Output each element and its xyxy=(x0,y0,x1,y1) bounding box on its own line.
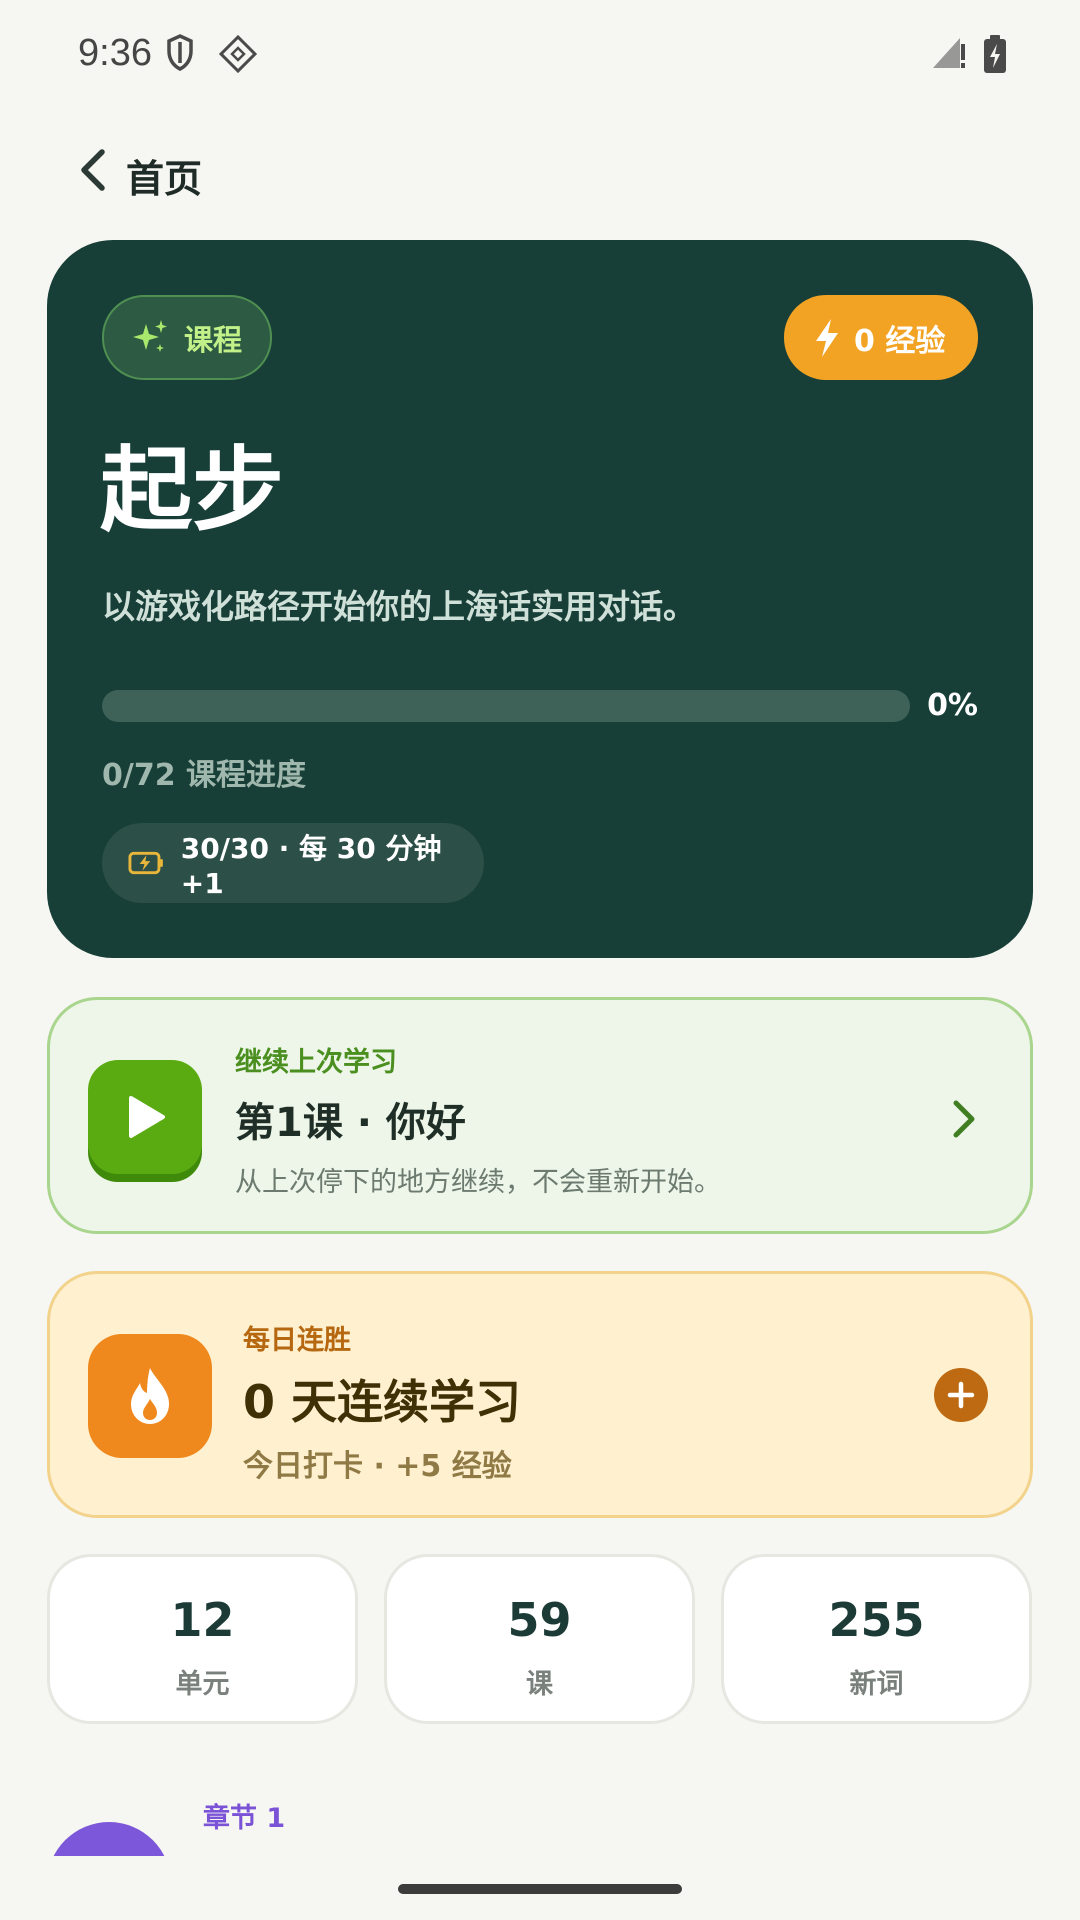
status-bar: 9:36 xyxy=(0,0,1080,110)
chevron-right-icon xyxy=(953,1100,975,1138)
xp-badge[interactable]: 0 经验 xyxy=(784,295,978,380)
streak-kicker: 每日连胜 xyxy=(243,1325,351,1356)
cast-icon xyxy=(218,34,258,74)
plus-icon xyxy=(947,1381,975,1409)
course-hero-card: 课程 0 经验 起步 以游戏化路径开始你的上海话实用对话。 0% 0/72 课程… xyxy=(47,240,1033,958)
streak-title: 0 天连续学习 xyxy=(243,1375,522,1429)
continue-lesson-card[interactable]: 继续上次学习 第1课 · 你好 从上次停下的地方继续，不会重新开始。 xyxy=(47,997,1033,1234)
energy-chip: 30/30 · 每 30 分钟 +1 xyxy=(102,823,484,903)
battery-bolt-icon xyxy=(128,851,163,875)
flame-badge xyxy=(88,1334,212,1458)
stat-card-new-words: 255 新词 xyxy=(721,1554,1032,1724)
battery-charging-icon xyxy=(984,35,1006,73)
stat-card-units: 12 单元 xyxy=(47,1554,358,1724)
continue-lesson-title: 第1课 · 你好 xyxy=(235,1100,466,1146)
stat-card-lessons: 59 课 xyxy=(384,1554,695,1724)
signal-icon xyxy=(933,38,965,68)
course-progress-bar xyxy=(102,690,910,722)
stat-label: 新词 xyxy=(849,1669,904,1700)
stat-value: 59 xyxy=(507,1593,572,1647)
play-icon xyxy=(129,1096,165,1138)
back-button[interactable] xyxy=(70,140,122,200)
xp-badge-label: 0 经验 xyxy=(854,323,946,359)
course-progress-caption: 0/72 课程进度 xyxy=(102,758,307,793)
stat-label: 课 xyxy=(526,1669,553,1700)
continue-description: 从上次停下的地方继续，不会重新开始。 xyxy=(235,1167,721,1198)
streak-description: 今日打卡 · +5 经验 xyxy=(243,1449,512,1484)
stat-value: 12 xyxy=(170,1593,235,1647)
energy-label: 30/30 · 每 30 分钟 +1 xyxy=(180,831,442,900)
course-badge: 课程 xyxy=(102,295,272,380)
course-badge-label: 课程 xyxy=(184,322,243,357)
check-in-button[interactable] xyxy=(934,1368,988,1422)
lightning-icon xyxy=(816,318,838,357)
shield-icon xyxy=(167,34,193,71)
course-title: 起步 xyxy=(100,437,285,544)
stat-label: 单元 xyxy=(175,1669,230,1700)
course-subtitle: 以游戏化路径开始你的上海话实用对话。 xyxy=(102,587,696,626)
screen: 9:36 首页 课程 0 经验 起步 以游戏化路径开始你的上海话实用对话。 0%… xyxy=(0,0,1080,1920)
page-title: 首页 xyxy=(126,157,203,201)
daily-streak-card[interactable]: 每日连胜 0 天连续学习 今日打卡 · +5 经验 xyxy=(47,1271,1033,1518)
chevron-left-icon xyxy=(81,149,105,191)
home-indicator[interactable] xyxy=(398,1884,682,1894)
flame-icon xyxy=(131,1368,169,1424)
play-button[interactable] xyxy=(88,1060,202,1174)
stat-value: 255 xyxy=(828,1593,925,1647)
status-time: 9:36 xyxy=(78,32,152,74)
sparkles-icon xyxy=(133,319,167,352)
chapter-label: 章节 1 xyxy=(203,1803,286,1834)
continue-kicker: 继续上次学习 xyxy=(235,1047,397,1078)
course-progress-percent: 0% xyxy=(927,688,978,723)
